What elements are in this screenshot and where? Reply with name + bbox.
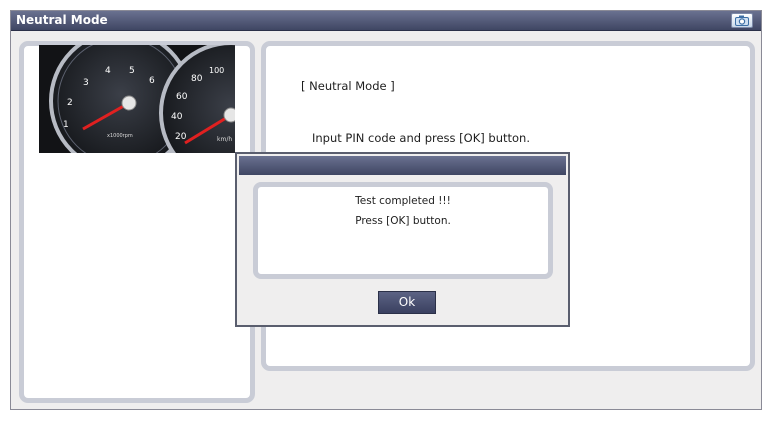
neutral-mode-window: Neutral Mode 1 2 3 4 5 6 x1000rpm 20 40 …: [10, 10, 762, 410]
tach-tick-label: 5: [129, 66, 135, 76]
tach-tick-label: 6: [149, 76, 155, 86]
dialog-message-line1: Test completed !!!: [355, 195, 451, 207]
camera-icon: [735, 15, 749, 26]
tach-unit: x1000rpm: [107, 133, 133, 139]
dialog-titlebar: [239, 156, 566, 175]
speedo-tick-label: 60: [176, 92, 188, 102]
window-titlebar: Neutral Mode: [11, 11, 761, 31]
window-title: Neutral Mode: [16, 13, 108, 27]
dialog-message-line2: Press [OK] button.: [355, 215, 451, 227]
tach-tick-label: 3: [83, 78, 89, 88]
speedo-tick-label: 80: [191, 74, 203, 84]
tach-tick-label: 4: [105, 66, 111, 76]
tach-tick-label: 2: [67, 98, 73, 108]
speedo-tick-label: 100: [209, 66, 224, 75]
ok-button[interactable]: Ok: [378, 291, 436, 314]
speedo-tick-label: 40: [171, 112, 183, 122]
instrument-cluster-image: 1 2 3 4 5 6 x1000rpm 20 40 60 80 100 km/…: [39, 45, 235, 153]
tach-tick-label: 1: [63, 120, 69, 130]
speedo-unit: km/h: [217, 136, 232, 143]
pin-instruction: Input PIN code and press [OK] button.: [312, 131, 530, 145]
test-result-dialog: Test completed !!! Press [OK] button. Ok: [235, 152, 570, 327]
mode-label: [ Neutral Mode ]: [301, 79, 395, 93]
dialog-message-box: Test completed !!! Press [OK] button.: [253, 182, 553, 279]
speedo-tick-label: 20: [175, 132, 187, 142]
screenshot-button[interactable]: [731, 13, 753, 28]
